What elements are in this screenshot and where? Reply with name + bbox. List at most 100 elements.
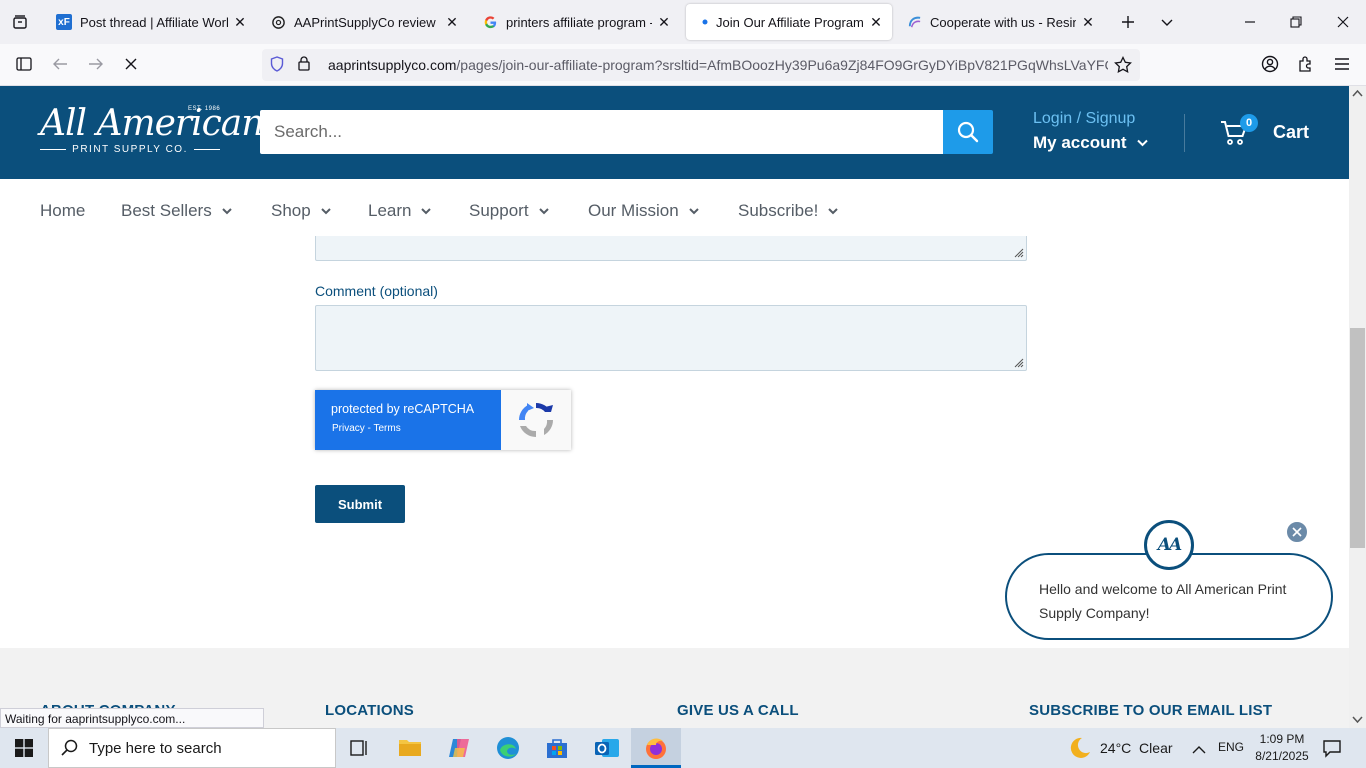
page-scrollbar[interactable]: [1349, 86, 1366, 728]
taskbar-firefox-active[interactable]: [631, 728, 681, 768]
tab-title: printers affiliate program - Go: [506, 14, 652, 30]
sidebar-toggle-icon[interactable]: [10, 50, 38, 78]
taskbar-search-placeholder: Type here to search: [89, 739, 222, 757]
close-tab-icon[interactable]: ✕: [232, 14, 248, 31]
my-account-label: My account: [1033, 133, 1127, 152]
language-indicator[interactable]: ENG: [1218, 740, 1244, 754]
close-tab-icon[interactable]: ✕: [1080, 14, 1096, 31]
logo-established: EST. 1986: [188, 106, 221, 112]
nav-label: Our Mission: [588, 201, 679, 220]
nav-learn[interactable]: Learn: [368, 201, 432, 221]
site-header: All American EST. 1986 PRINT SUPPLY CO. …: [0, 86, 1349, 179]
lock-icon[interactable]: [298, 56, 312, 74]
nav-label: Shop: [271, 201, 311, 220]
nav-best-sellers[interactable]: Best Sellers: [121, 201, 232, 221]
footer-heading-subscribe: SUBSCRIBE TO OUR EMAIL LIST: [1029, 702, 1273, 719]
minimize-window-icon[interactable]: [1236, 8, 1264, 36]
tab-join-affiliate[interactable]: Join Our Affiliate Program! ✕: [686, 4, 892, 40]
bookmark-star-icon[interactable]: [1114, 55, 1132, 77]
notifications-icon[interactable]: [1322, 738, 1342, 763]
extensions-puzzle-icon[interactable]: [1292, 50, 1320, 78]
chevron-down-icon: [1136, 139, 1148, 147]
windows-logo-icon: [15, 739, 33, 757]
chevron-down-icon: [688, 208, 699, 215]
main-navigation: Home Best Sellers Shop Learn Support Our…: [0, 179, 1349, 243]
tab-affiliate-world[interactable]: xF Post thread | Affiliate World F ✕: [48, 4, 256, 40]
nav-label: Best Sellers: [121, 201, 212, 220]
nav-subscribe[interactable]: Subscribe!: [738, 201, 839, 221]
show-hidden-icons-chevron-up-icon[interactable]: [1192, 742, 1206, 760]
forward-arrow-icon[interactable]: [82, 50, 110, 78]
copilot-icon[interactable]: [447, 736, 471, 765]
chat-greeting-text: Hello and welcome to All American Print …: [1039, 581, 1287, 621]
tracking-protection-shield-icon[interactable]: [270, 55, 286, 75]
submit-button[interactable]: Submit: [315, 485, 405, 523]
scroll-up-arrow-icon[interactable]: [1352, 89, 1363, 97]
recaptcha-text-panel: protected by reCAPTCHA Privacy - Terms: [315, 390, 501, 450]
resize-grip-icon[interactable]: [1012, 246, 1024, 258]
site-logo[interactable]: All American EST. 1986 PRINT SUPPLY CO.: [40, 104, 264, 160]
logo-tagline-row: PRINT SUPPLY CO.: [40, 142, 221, 156]
close-chat-greeting-button[interactable]: [1285, 520, 1309, 544]
account-icon[interactable]: [1256, 50, 1284, 78]
search-button[interactable]: [943, 110, 993, 154]
my-account-dropdown[interactable]: My account: [1033, 133, 1148, 153]
nav-home[interactable]: Home: [40, 201, 85, 221]
xf-icon: xF: [56, 14, 72, 30]
clock-date: 8/21/2025: [1255, 749, 1309, 763]
search-icon: [61, 739, 78, 756]
site-search: [260, 110, 993, 154]
tab-title: Post thread | Affiliate World F: [80, 14, 228, 30]
search-input[interactable]: [260, 110, 943, 154]
nav-label: Home: [40, 201, 86, 220]
task-view-icon[interactable]: [346, 736, 372, 765]
edge-icon[interactable]: [496, 736, 520, 765]
close-tab-icon[interactable]: ✕: [656, 14, 672, 31]
comment-textarea[interactable]: [315, 305, 1027, 371]
nav-label: Learn: [368, 201, 412, 220]
microsoft-store-icon[interactable]: [545, 736, 569, 765]
scrollbar-thumb[interactable]: [1350, 328, 1365, 548]
outlook-icon[interactable]: [594, 736, 620, 765]
firefox-icon: [646, 738, 666, 759]
taskbar-search-box[interactable]: Type here to search: [48, 728, 336, 768]
tab-aaprint-review[interactable]: AAPrintSupplyCo review ✕: [262, 4, 468, 40]
address-bar[interactable]: aaprintsupplyco.com /pages/join-our-affi…: [262, 49, 1140, 81]
restore-window-icon[interactable]: [1282, 8, 1310, 36]
tab-overview-icon[interactable]: [6, 8, 34, 36]
previous-textarea[interactable]: [315, 236, 1027, 261]
scroll-down-arrow-icon[interactable]: [1352, 716, 1363, 724]
weather-text: 24°C Clear: [1100, 740, 1173, 756]
tab-google-search[interactable]: printers affiliate program - Go ✕: [474, 4, 680, 40]
chevron-down-icon: [421, 208, 432, 215]
close-tab-icon[interactable]: ✕: [444, 14, 460, 31]
close-window-icon[interactable]: [1329, 8, 1357, 36]
list-tabs-chevron-down-icon[interactable]: [1153, 8, 1181, 36]
new-tab-icon[interactable]: [1114, 8, 1142, 36]
nav-our-mission[interactable]: Our Mission: [588, 201, 699, 221]
cart-button[interactable]: 0 Cart: [1220, 114, 1330, 152]
clock[interactable]: 1:09 PM 8/21/2025: [1254, 731, 1310, 765]
file-explorer-icon[interactable]: [398, 736, 422, 763]
tab-resin-studio[interactable]: Cooperate with us - Resin Stu ✕: [898, 4, 1104, 40]
start-button[interactable]: [0, 728, 48, 768]
browser-status-text: Waiting for aaprintsupplyco.com...: [0, 708, 264, 728]
nav-shop[interactable]: Shop: [271, 201, 331, 221]
google-icon: [482, 14, 498, 30]
comment-label: Comment (optional): [315, 283, 438, 299]
url-host: aaprintsupplyco.com: [328, 57, 457, 73]
clock-time: 1:09 PM: [1259, 732, 1305, 746]
close-tab-icon[interactable]: ✕: [868, 14, 884, 31]
nav-support[interactable]: Support: [469, 201, 549, 221]
back-arrow-icon[interactable]: [46, 50, 74, 78]
avatar-initials: AA: [1157, 535, 1182, 555]
resize-grip-icon[interactable]: [1012, 356, 1024, 368]
weather-widget[interactable]: 24°C Clear: [1068, 736, 1173, 760]
menu-hamburger-icon[interactable]: [1328, 50, 1356, 78]
search-icon: [957, 121, 979, 143]
recaptcha-badge[interactable]: protected by reCAPTCHA Privacy - Terms: [315, 390, 571, 450]
recaptcha-privacy-terms-links[interactable]: Privacy - Terms: [332, 423, 401, 434]
recaptcha-title: protected by reCAPTCHA: [331, 402, 475, 416]
login-signup-link[interactable]: Login / Signup: [1033, 110, 1135, 128]
stop-loading-icon[interactable]: [117, 50, 145, 78]
